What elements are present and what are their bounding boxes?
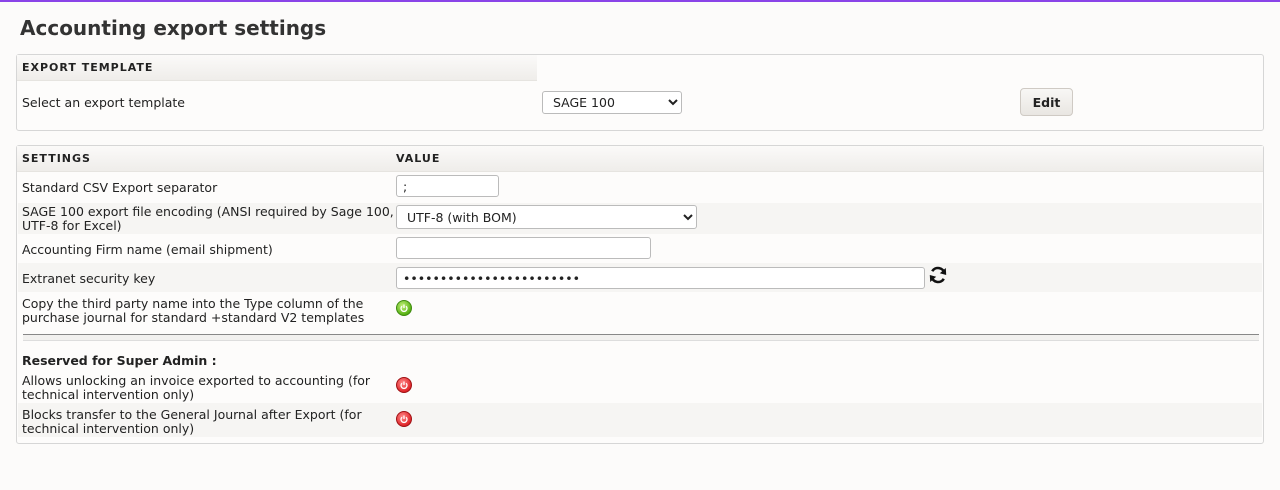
edit-template-button[interactable]: Edit (1020, 88, 1073, 116)
settings-header: SETTINGS VALUE (17, 146, 1263, 172)
page-title: Accounting export settings (20, 16, 327, 40)
export-template-label: Select an export template (22, 95, 185, 110)
power-on-icon (400, 304, 408, 313)
copy-third-party-label-line1: Copy the third party name into the Type … (22, 296, 364, 311)
refresh-icon[interactable] (928, 265, 948, 285)
copy-third-party-label-line2: purchase journal for standard +standard … (22, 310, 365, 325)
encoding-label-line1: SAGE 100 export file encoding (ANSI requ… (22, 204, 394, 219)
csv-separator-input[interactable] (396, 175, 499, 197)
export-template-select[interactable]: SAGE 100 (542, 91, 682, 114)
settings-header-label: SETTINGS (22, 152, 91, 165)
separator (23, 334, 1259, 341)
export-template-header-label: EXPORT TEMPLATE (22, 61, 154, 74)
settings-panel: SETTINGS VALUE Standard CSV Export separ… (16, 145, 1264, 444)
block-transfer-label-line1: Blocks transfer to the General Journal a… (22, 407, 362, 422)
power-off-icon (400, 415, 408, 424)
super-admin-title: Reserved for Super Admin : (22, 353, 217, 368)
encoding-label-line2: UTF-8 for Excel) (22, 218, 122, 233)
power-off-icon (400, 381, 408, 390)
block-transfer-toggle[interactable] (396, 411, 412, 427)
unlock-invoice-toggle[interactable] (396, 377, 412, 393)
copy-third-party-toggle[interactable] (396, 300, 412, 316)
export-template-header: EXPORT TEMPLATE (17, 55, 537, 81)
security-key-input[interactable] (396, 267, 925, 289)
encoding-select[interactable]: UTF-8 (with BOM) (396, 205, 697, 229)
firm-name-label: Accounting Firm name (email shipment) (22, 242, 273, 257)
export-template-panel: EXPORT TEMPLATE Select an export templat… (16, 54, 1264, 131)
unlock-label-line1: Allows unlocking an invoice exported to … (22, 373, 371, 388)
firm-name-input[interactable] (396, 237, 651, 259)
value-header-label: VALUE (396, 152, 441, 165)
unlock-label-line2: technical intervention only) (22, 387, 195, 402)
csv-separator-label: Standard CSV Export separator (22, 180, 218, 195)
security-key-label: Extranet security key (22, 271, 156, 286)
block-transfer-label-line2: technical intervention only) (22, 421, 195, 436)
